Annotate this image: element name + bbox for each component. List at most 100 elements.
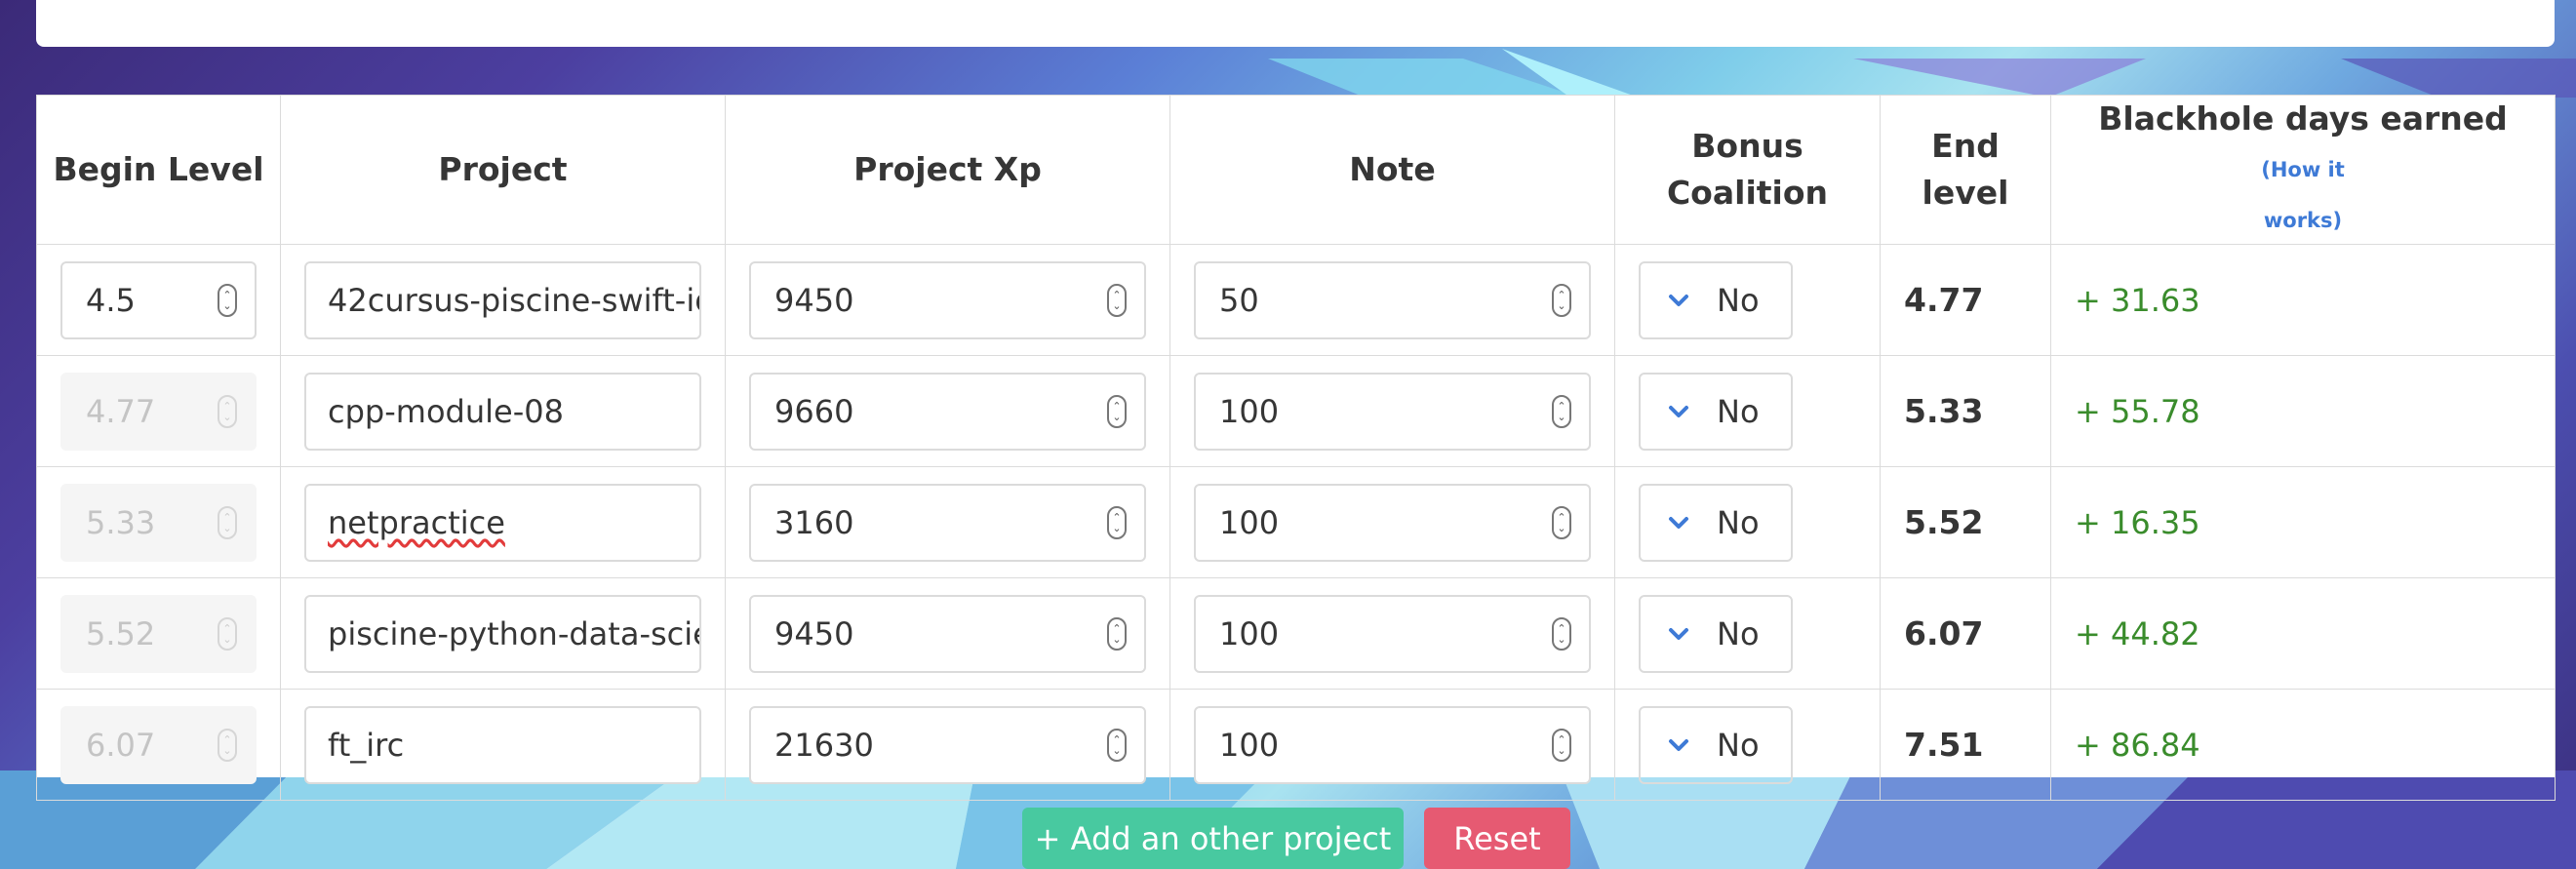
stepper-icon[interactable]: ⌃ ⌄ xyxy=(1552,505,1571,539)
stepper-icon[interactable]: ⌃ ⌄ xyxy=(1552,283,1571,317)
blackhole-days-cell: + 44.82 xyxy=(2050,577,2556,690)
project-cell: piscine-python-data-science xyxy=(280,577,726,690)
begin-level-input[interactable]: 4.5 ⌃ ⌄ xyxy=(60,260,257,339)
bonus-coalition-cell: No xyxy=(1614,355,1881,467)
table-row: 4.77 ⌃⌄ cpp-module-08 9660 ⌃⌄ 100 ⌃⌄ xyxy=(36,355,2556,467)
project-xp-input[interactable]: 9450 ⌃ ⌄ xyxy=(749,260,1146,339)
project-cell: netpractice xyxy=(280,466,726,578)
projects-table-container: Begin Level Project Project Xp Note Bonu… xyxy=(36,95,2556,801)
how-it-works-line2[interactable]: works) xyxy=(2264,209,2342,232)
project-input[interactable]: 42cursus-piscine-swift-ios xyxy=(304,260,701,339)
project-xp-input[interactable]: 9660 ⌃ ⌄ xyxy=(749,372,1146,451)
header-begin-level: Begin Level xyxy=(36,95,281,245)
header-bonus-line2: Coalition xyxy=(1666,174,1829,212)
header-end-line2: level xyxy=(1922,174,2009,212)
note-input[interactable]: 100 ⌃ ⌄ xyxy=(1194,594,1591,673)
blackhole-days-value: + 86.84 xyxy=(2075,726,2200,764)
note-cell: 100 ⌃ ⌄ xyxy=(1169,689,1615,801)
project-xp-input[interactable]: 9450 ⌃ ⌄ xyxy=(749,594,1146,673)
note-cell: 50 ⌃ ⌄ xyxy=(1169,244,1615,356)
stepper-icon[interactable]: ⌃ ⌄ xyxy=(1107,283,1127,317)
stepper-icon[interactable]: ⌃ ⌄ xyxy=(1107,394,1127,428)
note-value: 100 xyxy=(1219,392,1280,430)
note-input[interactable]: 100 ⌃ ⌄ xyxy=(1194,372,1591,451)
project-value: ft_irc xyxy=(328,726,405,764)
note-input[interactable]: 100 ⌃ ⌄ xyxy=(1194,483,1591,562)
blackhole-days-value: + 55.78 xyxy=(2075,392,2200,430)
end-level-value: 5.52 xyxy=(1904,503,1984,541)
bonus-coalition-cell: No xyxy=(1614,466,1881,578)
begin-level-cell: 6.07 ⌃ ⌄ xyxy=(36,689,281,801)
bonus-coalition-select[interactable]: No xyxy=(1639,483,1793,562)
note-value: 100 xyxy=(1219,614,1280,652)
how-it-works-line1[interactable]: (How it xyxy=(2261,158,2345,181)
project-xp-cell: 9660 ⌃ ⌄ xyxy=(725,355,1170,467)
project-input[interactable]: netpractice xyxy=(304,483,701,562)
end-level-cell: 5.33 xyxy=(1880,355,2051,467)
reset-button[interactable]: Reset xyxy=(1424,808,1570,869)
top-card xyxy=(36,0,2555,47)
chevron-down-icon xyxy=(1669,294,1688,306)
project-input[interactable]: piscine-python-data-science xyxy=(304,594,701,673)
note-input[interactable]: 50 ⌃ ⌄ xyxy=(1194,260,1591,339)
project-cell: 42cursus-piscine-swift-ios xyxy=(280,244,726,356)
begin-level-input: 6.07 ⌃ ⌄ xyxy=(60,705,257,784)
end-level-cell: 5.52 xyxy=(1880,466,2051,578)
begin-level-cell: 5.33 ⌃ ⌄ xyxy=(36,466,281,578)
bonus-coalition-cell: No xyxy=(1614,577,1881,690)
project-xp-input[interactable]: 21630 ⌃ ⌄ xyxy=(749,705,1146,784)
begin-level-value: 5.33 xyxy=(86,503,156,541)
stepper-icon[interactable]: ⌃ ⌄ xyxy=(1107,728,1127,762)
end-level-cell: 4.77 xyxy=(1880,244,2051,356)
stepper-icon[interactable]: ⌃ ⌄ xyxy=(218,283,237,317)
header-project-xp: Project Xp xyxy=(725,95,1170,245)
project-value: netpractice xyxy=(328,503,505,541)
blackhole-days-cell: + 31.63 xyxy=(2050,244,2556,356)
project-xp-input[interactable]: 3160 ⌃ ⌄ xyxy=(749,483,1146,562)
stepper-icon[interactable]: ⌃ ⌄ xyxy=(1552,394,1571,428)
end-level-value: 4.77 xyxy=(1904,281,1984,319)
stepper-icon: ⌃ ⌄ xyxy=(218,505,237,539)
bonus-coalition-select[interactable]: No xyxy=(1639,372,1793,451)
table-row: 5.33 ⌃ ⌄ netpractice 3160 ⌃ ⌄ 100 ⌃ ⌄ No… xyxy=(36,466,2556,578)
begin-level-input: 4.77 ⌃ ⌄ xyxy=(60,372,257,451)
begin-level-value: 4.5 xyxy=(86,281,136,319)
begin-level-cell: 4.77 ⌃ ⌄ xyxy=(36,355,281,467)
end-level-cell: 6.07 xyxy=(1880,577,2051,690)
project-input[interactable]: cpp-module-08 xyxy=(304,372,701,451)
bonus-coalition-select[interactable]: No xyxy=(1639,594,1793,673)
note-input[interactable]: 100 ⌃ ⌄ xyxy=(1194,705,1591,784)
header-project: Project xyxy=(280,95,726,245)
note-value: 100 xyxy=(1219,726,1280,764)
begin-level-value: 4.77 xyxy=(86,392,156,430)
header-end-line1: End xyxy=(1931,127,2000,165)
project-xp-cell: 21630 ⌃ ⌄ xyxy=(725,689,1170,801)
begin-level-value: 5.52 xyxy=(86,614,156,652)
table-row: 4.5 ⌃ ⌄ 42cursus-piscine-swift-ios 9450 ⌃… xyxy=(36,244,2556,356)
stepper-icon[interactable]: ⌃ ⌄ xyxy=(1552,616,1571,651)
table-header-row: Begin Level Project Project Xp Note Bonu… xyxy=(36,95,2556,245)
header-note: Note xyxy=(1169,95,1615,245)
header-bonus-line1: Bonus xyxy=(1691,127,1803,165)
project-xp-cell: 9450 ⌃ ⌄ xyxy=(725,244,1170,356)
how-it-works-link[interactable]: (How it works) xyxy=(2261,158,2345,232)
stepper-icon[interactable]: ⌃ ⌄ xyxy=(1552,728,1571,762)
begin-level-input: 5.33 ⌃ ⌄ xyxy=(60,483,257,562)
stepper-icon: ⌃ ⌄ xyxy=(218,728,237,762)
add-project-button[interactable]: + Add an other project xyxy=(1022,808,1404,869)
bonus-coalition-select[interactable]: No xyxy=(1639,260,1793,339)
projects-table: Begin Level Project Project Xp Note Bonu… xyxy=(36,95,2556,801)
note-cell: 100 ⌃ ⌄ xyxy=(1169,355,1615,467)
chevron-down-icon xyxy=(1669,738,1688,751)
stepper-icon[interactable]: ⌃ ⌄ xyxy=(1107,505,1127,539)
project-xp-cell: 9450 ⌃ ⌄ xyxy=(725,577,1170,690)
project-input[interactable]: ft_irc xyxy=(304,705,701,784)
bonus-coalition-select[interactable]: No xyxy=(1639,705,1793,784)
bonus-coalition-cell: No xyxy=(1614,689,1881,801)
header-end-level: End level xyxy=(1880,95,2051,245)
bonus-coalition-value: No xyxy=(1717,281,1760,319)
project-xp-value: 3160 xyxy=(774,503,854,541)
project-xp-cell: 3160 ⌃ ⌄ xyxy=(725,466,1170,578)
blackhole-days-cell: + 55.78 xyxy=(2050,355,2556,467)
stepper-icon[interactable]: ⌃ ⌄ xyxy=(1107,616,1127,651)
